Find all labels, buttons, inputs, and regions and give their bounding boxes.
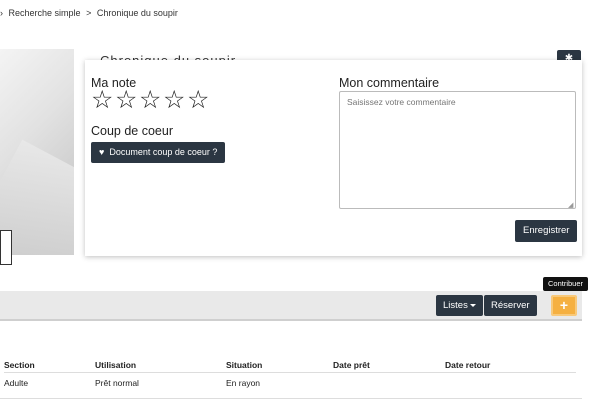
breadcrumb-link-search[interactable]: Recherche simple bbox=[9, 8, 81, 18]
star-icon[interactable]: ☆ bbox=[139, 87, 161, 112]
star-icon[interactable]: ☆ bbox=[91, 87, 113, 112]
lists-button-label: Listes bbox=[443, 300, 468, 311]
items-toolbar: Listes Réserver + bbox=[0, 291, 582, 321]
header-divider bbox=[4, 372, 576, 373]
breadcrumb-current: Chronique du soupir bbox=[96, 8, 178, 18]
star-icon[interactable]: ☆ bbox=[115, 87, 137, 112]
table-cell: Adulte bbox=[4, 378, 29, 388]
caret-down-icon bbox=[469, 303, 476, 307]
contribute-plus-button[interactable]: + bbox=[551, 295, 577, 316]
book-cover-image bbox=[0, 49, 74, 255]
comment-input[interactable] bbox=[339, 91, 576, 209]
resize-handle-icon[interactable]: ◢ bbox=[568, 201, 573, 209]
star-icon[interactable]: ☆ bbox=[187, 87, 209, 112]
save-comment-button[interactable]: Enregistrer bbox=[515, 220, 578, 242]
breadcrumb: › Recherche simple > Chronique du soupir bbox=[0, 8, 181, 18]
favorite-label: Coup de coeur bbox=[91, 124, 174, 138]
column-header: Section bbox=[4, 360, 35, 370]
user-feedback-panel: Ma note ☆ ☆ ☆ ☆ ☆ Coup de coeur ♥ Documen… bbox=[85, 60, 582, 256]
breadcrumb-separator: > bbox=[86, 8, 92, 18]
column-header: Utilisation bbox=[95, 360, 137, 370]
favorite-button-label: Document coup de coeur ? bbox=[109, 147, 218, 157]
comment-label: Mon commentaire bbox=[339, 76, 440, 90]
cover-overlay-box bbox=[0, 230, 12, 265]
column-header: Date retour bbox=[445, 360, 491, 370]
table-cell: En rayon bbox=[226, 378, 261, 388]
breadcrumb-arrow-icon: › bbox=[0, 8, 3, 18]
column-header: Situation bbox=[226, 360, 263, 370]
star-rating[interactable]: ☆ ☆ ☆ ☆ ☆ bbox=[91, 87, 209, 112]
copies-table: Section Utilisation Situation Date prêt … bbox=[0, 321, 582, 399]
heart-icon: ♥ bbox=[99, 147, 105, 157]
favorite-button[interactable]: ♥ Document coup de coeur ? bbox=[91, 142, 226, 163]
star-icon[interactable]: ☆ bbox=[163, 87, 185, 112]
column-header: Date prêt bbox=[333, 360, 370, 370]
contribute-tooltip: Contribuer bbox=[543, 277, 589, 291]
table-cell: Prêt normal bbox=[95, 378, 139, 388]
reserve-button[interactable]: Réserver bbox=[484, 295, 537, 316]
lists-dropdown-button[interactable]: Listes bbox=[436, 295, 483, 316]
